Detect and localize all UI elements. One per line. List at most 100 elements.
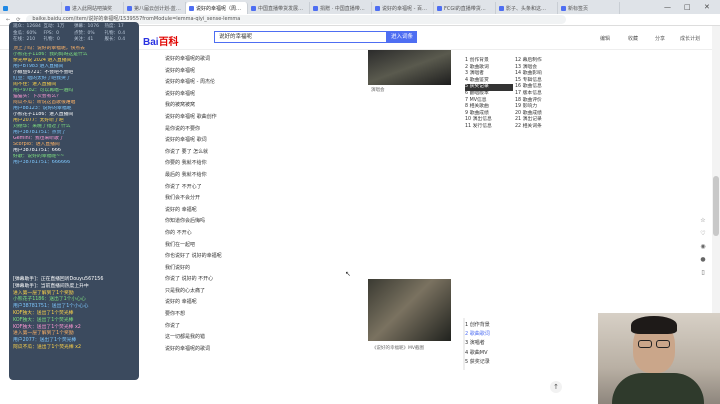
article-image-1[interactable] <box>368 50 451 85</box>
browser-tab[interactable]: 新标签页 <box>558 2 620 14</box>
lyric-line: 你说了 要了 怎么就 <box>165 148 209 155</box>
lyric-line: 你要的 我就不给你 <box>165 160 207 167</box>
share-link[interactable]: 分享 <box>655 35 665 42</box>
stat-item: 在线：210 <box>13 37 36 42</box>
maximize-icon[interactable]: □ <box>684 3 691 11</box>
table-of-contents: 1 创作背景 12 幕后制作 2 歌曲歌词 13 演唱会 3 演唱者 14 歌曲影响 4 歌… <box>465 58 563 131</box>
glasses-right <box>656 340 670 348</box>
user-link[interactable]: 成长计划 <box>680 35 700 42</box>
lyric-line: 说好的幸福呢 <box>165 90 196 97</box>
browser-tab[interactable]: 说好的幸福呢 - 百度… <box>372 2 434 14</box>
toc-item[interactable]: 11 发行信息 <box>465 124 513 131</box>
tab-favicon-icon <box>127 5 132 11</box>
tab-title: 说好的幸福呢 - 百度… <box>382 5 430 12</box>
browser-tab[interactable]: 第八届云创计划-蓝凌… <box>124 2 186 14</box>
tab-title: 说好的幸福呢（周… <box>196 5 242 12</box>
webcam-overlay <box>598 313 720 404</box>
gift-message: [弹幕助手]：正在直播回听Douyu567156 <box>13 277 104 282</box>
gift-message: KOF独大：送出了1个荧光棒 <box>13 317 74 323</box>
phone-icon[interactable]: ▯ <box>697 266 709 279</box>
edit-link[interactable]: 编辑 <box>600 35 610 42</box>
qq-icon[interactable]: ● <box>697 253 709 266</box>
back-to-top-button[interactable]: ↑ <box>550 381 562 393</box>
tab-favicon-icon <box>375 5 380 11</box>
gift-message-panel: [弹幕助手]：正在直播回听Douyu567156 [弹幕助手]：当前直播间热度上升… <box>9 274 139 380</box>
tab-title: 进入此网站吧抽奖 <box>72 5 113 12</box>
tab-favicon-icon <box>437 5 442 11</box>
lyric-line: 我们说好的 <box>165 264 191 271</box>
like-icon[interactable]: ♡ <box>697 227 709 240</box>
toc-item[interactable]: 3 演唱者 <box>465 71 513 78</box>
lyric-line: 是你说的不要你 <box>165 125 201 132</box>
star-icon[interactable]: ☆ <box>697 214 709 227</box>
lyric-line: 说好的幸福呢 歌词 <box>165 137 207 144</box>
floating-toc-item[interactable]: 2 歌曲歌词 <box>465 330 490 339</box>
browser-tab[interactable]: 影子、头条和这… <box>496 2 558 14</box>
lyric-line: 我们在一起吧 <box>165 241 196 248</box>
close-icon[interactable]: ✕ <box>704 3 710 11</box>
search-input[interactable]: 说好的幸福呢 <box>214 31 387 43</box>
minimize-icon[interactable]: — <box>664 3 671 11</box>
tab-favicon-icon <box>189 5 194 11</box>
lyric-line: 你的 不开心 <box>165 229 192 236</box>
toc-item[interactable]: 6 翻唱版本 <box>465 91 513 98</box>
stat-item: 舰长：0.4 <box>104 37 126 42</box>
side-toolbar: ☆ ♡ ◉ ● ▯ <box>697 214 709 279</box>
baidu-logo[interactable]: Bai百科 <box>143 33 179 48</box>
browser-tab[interactable]: 中国直播带货发展现… <box>248 2 310 14</box>
tab-title: 影子、头条和这… <box>506 5 547 12</box>
toc-item[interactable]: 14 歌曲影响 <box>515 71 563 78</box>
image-caption-1: 演唱会 <box>371 88 385 93</box>
browser-tab[interactable]: 捐赠 · 中国直播带货… <box>310 2 372 14</box>
gift-message: 用户38781751：送出了1个小心心 <box>13 304 89 310</box>
toc-item[interactable]: 17 版本信息 <box>515 91 563 98</box>
floating-toc-item[interactable]: 5 获奖记录 <box>465 358 490 367</box>
enter-lemma-button[interactable]: 进入词条 <box>387 31 417 43</box>
chat-message: 用户38781751：666666 <box>13 159 71 165</box>
tab-title: 新标签页 <box>568 5 589 12</box>
lyric-line: 我们会不会分开 <box>165 195 201 202</box>
article-image-2[interactable] <box>368 279 451 341</box>
gift-message: 用户2077：送出了1个荧光棒 <box>13 338 77 344</box>
browser-tab[interactable]: 说好的幸福呢（周… <box>186 2 248 14</box>
browser-tab[interactable]: 进入此网站吧抽奖 <box>62 2 124 14</box>
browser-tab[interactable] <box>0 2 62 14</box>
lyric-line: 我的被窝被窝 <box>165 102 196 109</box>
lyric-line: 最后的 我就不给你 <box>165 171 207 178</box>
lyric-line: 说好的 幸福呢 <box>165 299 197 306</box>
floating-toc-item[interactable]: 4 歌曲MV <box>465 349 490 358</box>
scroll-thumb[interactable] <box>713 176 719 236</box>
lyric-line: 说好的幸福呢的歌词 <box>165 345 211 352</box>
toc-item[interactable]: 5 获奖记录 <box>465 84 513 91</box>
lyrics-list: 说好的幸福呢的歌词 说好的幸福呢 说好的幸福呢 - 周杰伦 说好的幸福呢 我的被窝被窝说… <box>165 54 355 355</box>
tab-title: 第八届云创计划-蓝凌… <box>134 5 182 12</box>
webcam-person-body <box>612 373 704 404</box>
lyric-line: 你说了 说好的 不开心 <box>165 276 214 283</box>
glasses-left <box>638 340 652 348</box>
gift-message: KOF独大：送出了1个荧光棒 <box>13 310 74 316</box>
tab-favicon-icon <box>561 5 566 11</box>
toc-item[interactable]: 21 演出记录 <box>515 117 563 124</box>
toc-item[interactable]: 10 演出信息 <box>465 117 513 124</box>
stat-item: 礼物：0 <box>43 37 60 42</box>
tab-favicon-icon <box>65 5 70 11</box>
gift-message: [弹幕助手]：当前直播间热度上升中 <box>13 283 89 289</box>
toc-item[interactable]: 22 相关词条 <box>515 124 563 131</box>
floating-toc-item[interactable]: 3 演唱者 <box>465 339 490 348</box>
live-stats: 观众：12684 互动：1万 弹幕：1076 热度：17 金瓜：60% FPS：0 点赞：0… <box>13 24 135 44</box>
floating-toc-item[interactable]: 1 创作背景 <box>465 321 490 330</box>
lyric-line: 你说了 <box>165 322 181 329</box>
favorite-link[interactable]: 收藏 <box>628 35 638 42</box>
toc-item[interactable]: 8 相关歌曲 <box>465 104 513 111</box>
wechat-icon[interactable]: ◉ <box>697 240 709 253</box>
toc-item[interactable]: 19 影响力 <box>515 104 563 111</box>
back-icon[interactable]: ← <box>6 17 10 23</box>
toc-item[interactable]: 12 幕后制作 <box>515 58 563 65</box>
toc-item[interactable]: 16 歌曲信息 <box>515 84 563 91</box>
chat-message-list: 顶上了吗：说好的幸福呢，快点去 小熊花子1186：我的妈呀这是什么 余光中说 202… <box>13 46 135 166</box>
browser-tab[interactable]: FCGI的直播带货… <box>434 2 496 14</box>
tab-favicon-icon <box>313 5 318 11</box>
stat-item: 关注：41 <box>74 37 94 42</box>
toc-item[interactable]: 1 创作背景 <box>465 58 513 65</box>
lyric-line: 你也说好了 说好的幸福呢 <box>165 253 222 260</box>
